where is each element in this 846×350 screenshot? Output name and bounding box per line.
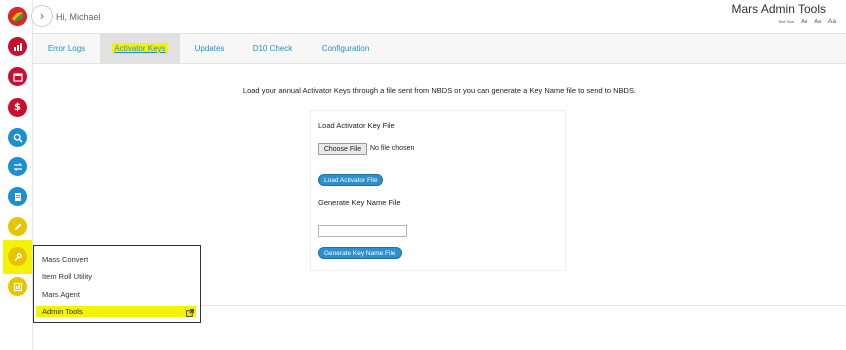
generate-section-label: Generate Key Name File: [318, 198, 401, 207]
load-activator-file-button[interactable]: Load Activator File: [318, 174, 384, 186]
side-rail: $: [0, 0, 33, 350]
intro-text: Load your annual Activator Keys through …: [242, 86, 637, 95]
pencil-icon[interactable]: [8, 217, 27, 236]
wrench-icon[interactable]: [8, 247, 27, 266]
menu-item-item-roll-utility[interactable]: Item Roll Utility: [42, 272, 92, 281]
menu-item-mass-convert[interactable]: Mass Convert: [42, 255, 88, 264]
tab-configuration[interactable]: Configuration: [306, 34, 385, 64]
document-icon[interactable]: [8, 187, 27, 206]
activator-panel: Load Activator Key File Choose File No f…: [310, 110, 566, 271]
transfer-icon[interactable]: [8, 157, 27, 176]
tab-error-logs[interactable]: Error Logs: [33, 34, 100, 64]
file-status: No file chosen: [370, 145, 415, 152]
text-size-label: Text Size: [777, 19, 795, 24]
tab-bar: Error Logs Activator Keys Updates D10 Ch…: [33, 33, 846, 64]
calendar-icon[interactable]: [8, 67, 27, 86]
greeting: Hi, Michael: [56, 12, 101, 22]
text-size-large-button[interactable]: Aa: [828, 18, 836, 25]
text-size-small-button[interactable]: Aa: [801, 19, 807, 25]
tab-activator-keys[interactable]: Activator Keys: [100, 34, 180, 64]
menu-item-mars-agent[interactable]: Mars Agent: [42, 290, 80, 299]
tools-flyout-menu: Mass Convert Item Roll Utility Mars Agen…: [33, 245, 201, 323]
text-size-medium-button[interactable]: Aa: [814, 19, 821, 25]
choose-file-button[interactable]: Choose File: [318, 143, 367, 155]
external-link-icon: [186, 309, 194, 317]
menu-item-admin-tools[interactable]: Admin Tools: [36, 306, 196, 317]
text-size-control: Text Size Aa Aa Aa: [778, 18, 836, 25]
expand-sidebar-button[interactable]: ›: [31, 5, 53, 27]
tab-updates[interactable]: Updates: [180, 34, 239, 64]
page-title: Mars Admin Tools: [731, 2, 826, 16]
tab-d10-check[interactable]: D10 Check: [239, 34, 306, 64]
bar-chart-icon[interactable]: [8, 37, 27, 56]
chevron-right-icon: ›: [39, 9, 45, 23]
generate-key-name-file-button[interactable]: Generate Key Name File: [318, 247, 402, 259]
report-icon[interactable]: [8, 277, 27, 296]
load-section-label: Load Activator Key File: [318, 121, 395, 130]
logo-icon[interactable]: [8, 7, 27, 26]
search-icon[interactable]: [8, 128, 27, 147]
dollar-icon[interactable]: $: [8, 98, 27, 117]
key-name-input[interactable]: [318, 225, 407, 237]
